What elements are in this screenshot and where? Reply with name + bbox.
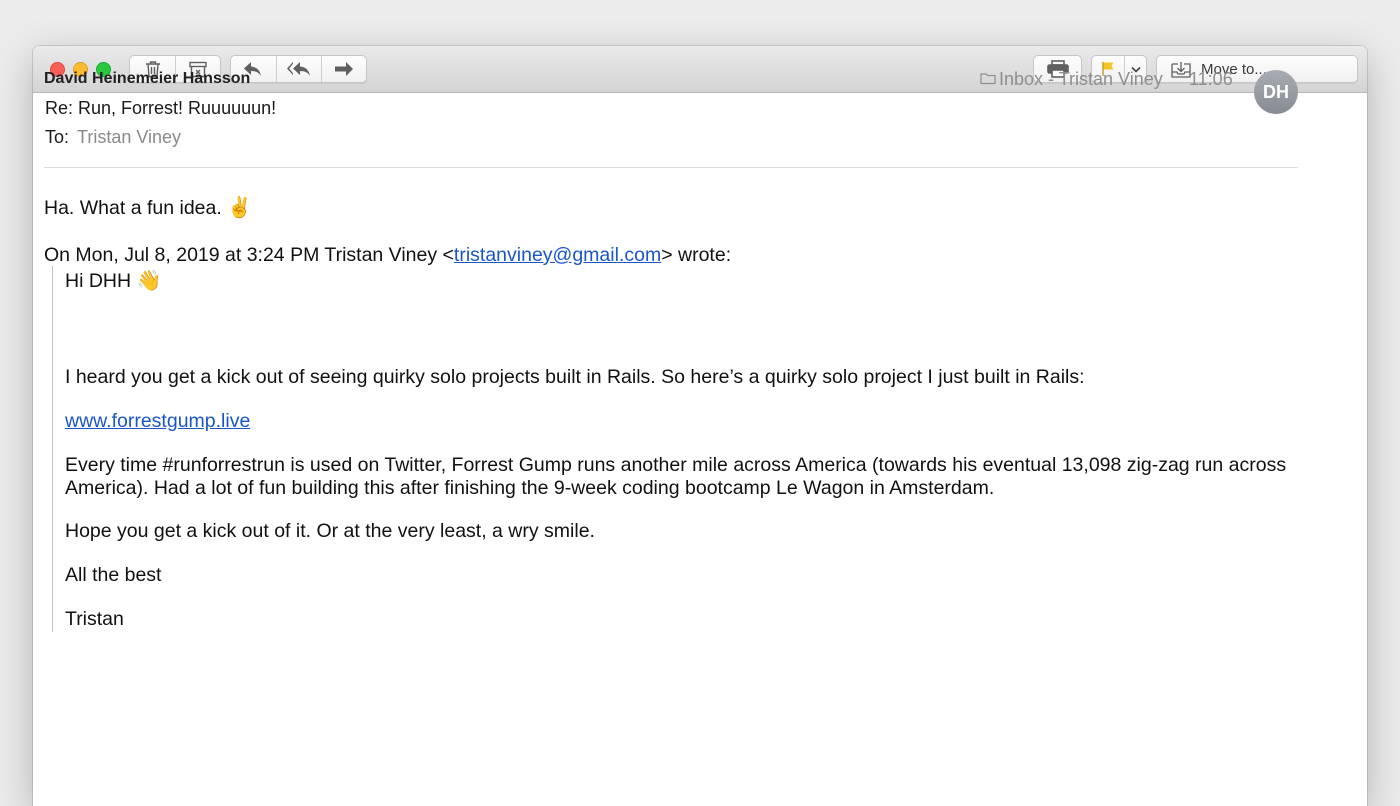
folder-icon <box>980 69 999 90</box>
quoted-message: Hi DHH 👋 I heard you get a kick out of s… <box>52 266 1314 632</box>
reply-line: Ha. What a fun idea. ✌️ <box>44 197 252 220</box>
quote-attribution: On Mon, Jul 8, 2019 at 3:24 PM Tristan V… <box>44 244 731 267</box>
reply-group <box>230 55 367 83</box>
quote-signature: Tristan <box>65 608 124 630</box>
reply-text: Ha. What a fun idea. <box>44 197 222 219</box>
sender-email-link[interactable]: tristanviney@gmail.com <box>454 244 661 266</box>
forrestgump-link[interactable]: www.forrestgump.live <box>65 410 250 432</box>
victory-hand-emoji: ✌️ <box>227 197 253 219</box>
forward-button[interactable] <box>321 56 366 82</box>
to-label: To: <box>45 127 70 147</box>
quote-paragraph-4: All the best <box>65 564 162 586</box>
quote-attribution-prefix: On Mon, Jul 8, 2019 at 3:24 PM Tristan V… <box>44 244 454 266</box>
quote-link-line: www.forrestgump.live <box>65 410 250 433</box>
waving-hand-emoji: 👋 <box>136 270 162 292</box>
forward-icon <box>334 61 354 77</box>
quote-paragraph-3: Hope you get a kick out of it. Or at the… <box>65 520 595 542</box>
mailbox-name: Inbox - Tristan Viney <box>999 69 1163 89</box>
reply-all-button[interactable] <box>275 56 322 82</box>
quote-paragraph-2: Every time #runforrestrun is used on Twi… <box>65 454 1287 499</box>
quote-attribution-suffix: > wrote: <box>661 244 732 266</box>
move-to-button[interactable]: Move to... <box>1157 56 1357 82</box>
header-divider <box>44 167 1298 168</box>
avatar: DH <box>1254 70 1298 114</box>
quote-paragraph-1: I heard you get a kick out of seeing qui… <box>65 366 1085 388</box>
to-recipient[interactable]: Tristan Viney <box>77 127 181 147</box>
mailbox-label: Inbox - Tristan Viney <box>980 69 1163 90</box>
sender-name: David Heinemeier Hansson <box>44 70 251 87</box>
to-row: To: Tristan Viney <box>45 127 181 148</box>
quote-greeting: Hi DHH 👋 <box>65 270 161 293</box>
message-subject: Re: Run, Forrest! Ruuuuuun! <box>45 98 277 118</box>
move-to-icon <box>1171 61 1191 78</box>
reply-all-icon <box>286 61 312 77</box>
message-time: 11:06 <box>1189 69 1233 89</box>
greeting-text: Hi DHH <box>65 270 132 292</box>
